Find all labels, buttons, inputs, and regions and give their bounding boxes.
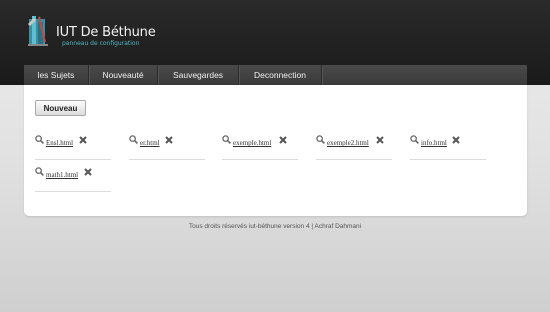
file-link[interactable]: info.html [421,139,447,147]
file-link[interactable]: Ensl.html [46,139,73,147]
file-item: er.html [129,135,205,160]
search-icon[interactable] [316,135,325,144]
new-button[interactable]: Nouveau [35,100,86,116]
file-link[interactable]: exemple.html [233,139,271,147]
search-icon[interactable] [35,135,44,144]
delete-icon[interactable] [84,168,92,176]
nav-item-sauvegardes[interactable]: Sauvegardes [158,65,239,85]
search-icon[interactable] [222,135,231,144]
file-item: math1.html [35,167,111,192]
search-icon[interactable] [129,135,138,144]
file-item: exemple2.html [316,135,392,160]
nav-item-nouveaute[interactable]: Nouveauté [89,65,158,85]
file-item: info.html [410,135,486,160]
main-nav: les Sujets Nouveauté Sauvegardes Deconne… [24,65,527,85]
brand-subtitle: panneau de configuration [62,40,140,47]
file-link[interactable]: exemple2.html [327,139,369,147]
delete-icon[interactable] [452,136,460,144]
file-link[interactable]: er.html [140,139,160,147]
main-panel: Nouveau Ensl.html er.html exemple.html e… [24,85,527,216]
nav-item-les-sujets[interactable]: les Sujets [24,65,89,85]
search-icon[interactable] [410,135,419,144]
logo[interactable]: IUT De Béthune panneau de configuration [26,14,176,54]
footer-copyright: Tous droits réservés iut-béthune version… [188,223,362,230]
delete-icon[interactable] [79,136,87,144]
delete-icon[interactable] [279,136,287,144]
brand-title: IUT De Béthune [56,25,156,40]
file-item: exemple.html [222,135,298,160]
header: IUT De Béthune panneau de configuration … [0,0,550,85]
nav-item-deconnection[interactable]: Deconnection [239,65,322,85]
search-icon[interactable] [35,167,44,176]
file-item: Ensl.html [35,135,111,160]
file-link[interactable]: math1.html [46,171,78,179]
logo-mark-icon [28,16,48,46]
delete-icon[interactable] [376,136,384,144]
delete-icon[interactable] [165,136,173,144]
